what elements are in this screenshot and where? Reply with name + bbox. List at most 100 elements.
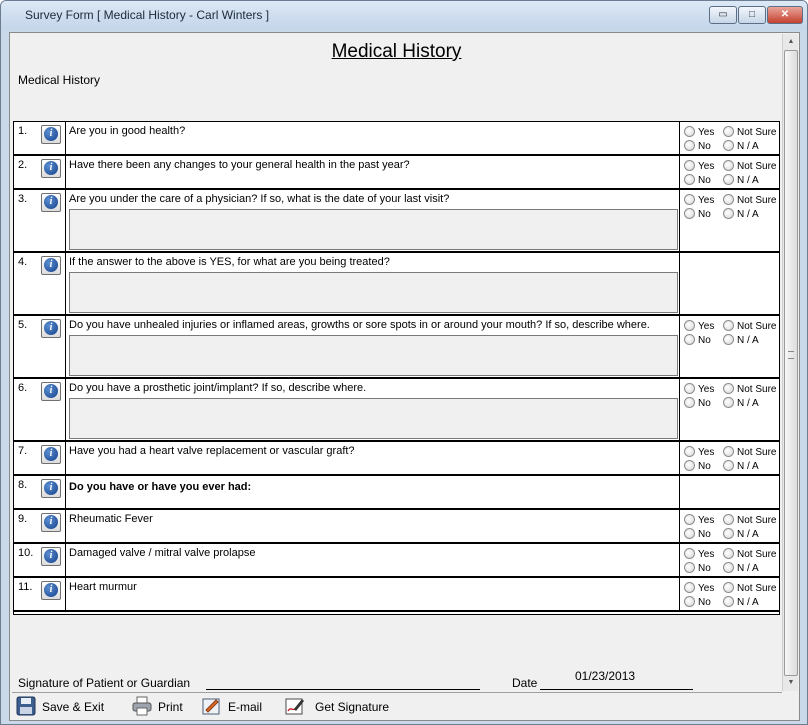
- answer-not-sure-radio[interactable]: Not Sure: [723, 160, 776, 172]
- info-button[interactable]: i: [41, 547, 61, 566]
- answer-yes-radio[interactable]: Yes: [684, 446, 714, 458]
- close-button[interactable]: ✕: [767, 6, 803, 24]
- minimize-button[interactable]: ▭: [709, 6, 737, 24]
- answer-yes-radio[interactable]: Yes: [684, 320, 714, 332]
- info-button[interactable]: i: [41, 125, 61, 144]
- question-number: 5.: [18, 319, 28, 331]
- answer-na-radio[interactable]: N / A: [723, 174, 759, 186]
- question-cell: Have there been any changes to your gene…: [65, 156, 680, 188]
- info-button[interactable]: i: [41, 382, 61, 401]
- info-button[interactable]: i: [41, 445, 61, 464]
- info-icon: i: [44, 481, 58, 495]
- answer-yes-radio[interactable]: Yes: [684, 548, 714, 560]
- window-title: Survey Form [ Medical History - Carl Win…: [25, 8, 270, 22]
- signature-line[interactable]: [206, 689, 480, 690]
- answer-na-radio[interactable]: N / A: [723, 140, 759, 152]
- answer-yes-radio[interactable]: Yes: [684, 514, 714, 526]
- info-button[interactable]: i: [41, 581, 61, 600]
- question-row: 1. i Are you in good health? Yes Not Sur…: [14, 122, 779, 156]
- answer-no-radio[interactable]: No: [684, 140, 711, 152]
- question-text: Have there been any changes to your gene…: [69, 159, 410, 171]
- answer-no-radio[interactable]: No: [684, 596, 711, 608]
- answer-not-sure-radio[interactable]: Not Sure: [723, 446, 776, 458]
- email-button[interactable]: E-mail: [202, 695, 272, 719]
- scroll-grip: [788, 351, 794, 359]
- info-button[interactable]: i: [41, 193, 61, 212]
- info-button[interactable]: i: [41, 513, 61, 532]
- page-title: Medical History: [331, 41, 462, 62]
- answer-no-radio[interactable]: No: [684, 528, 711, 540]
- date-value[interactable]: 01/23/2013: [575, 669, 635, 683]
- question-text: Do you have unhealed injuries or inflame…: [69, 319, 650, 331]
- answer-not-sure-radio[interactable]: Not Sure: [723, 383, 776, 395]
- answer-yes-radio[interactable]: Yes: [684, 194, 714, 206]
- print-button[interactable]: Print: [132, 695, 192, 719]
- question-number: 9.: [18, 513, 28, 525]
- question-number: 1.: [18, 125, 28, 137]
- info-button[interactable]: i: [41, 256, 61, 275]
- question-row: 3. i Are you under the care of a physici…: [14, 190, 779, 253]
- title-bar[interactable]: Survey Form [ Medical History - Carl Win…: [1, 1, 807, 29]
- vertical-scrollbar[interactable]: ▲ ▼: [782, 34, 798, 691]
- question-cell: Have you had a heart valve replacement o…: [65, 442, 680, 474]
- answer-not-sure-radio[interactable]: Not Sure: [723, 126, 776, 138]
- scroll-thumb[interactable]: [784, 50, 798, 676]
- answer-na-radio[interactable]: N / A: [723, 334, 759, 346]
- question-row: 2. i Have there been any changes to your…: [14, 156, 779, 190]
- date-label: Date: [512, 676, 538, 690]
- question-cell: Heart murmur: [65, 578, 680, 610]
- answer-no-radio[interactable]: No: [684, 334, 711, 346]
- get-signature-button[interactable]: Get Signature: [285, 695, 400, 719]
- answer-no-radio[interactable]: No: [684, 174, 711, 186]
- answer-yes-radio[interactable]: Yes: [684, 582, 714, 594]
- answer-not-sure-radio[interactable]: Not Sure: [723, 548, 776, 560]
- answer-no-radio[interactable]: No: [684, 208, 711, 220]
- info-icon: i: [44, 161, 58, 175]
- info-icon: i: [44, 549, 58, 563]
- answer-yes-radio[interactable]: Yes: [684, 160, 714, 172]
- answer-textbox[interactable]: [69, 272, 678, 313]
- question-row: 4. i If the answer to the above is YES, …: [14, 253, 779, 316]
- answer-na-radio[interactable]: N / A: [723, 528, 759, 540]
- info-button[interactable]: i: [41, 319, 61, 338]
- answer-textbox[interactable]: [69, 209, 678, 250]
- answer-na-radio[interactable]: N / A: [723, 460, 759, 472]
- answer-not-sure-radio[interactable]: Not Sure: [723, 514, 776, 526]
- answer-textbox[interactable]: [69, 335, 678, 376]
- form-client-area: Medical History Medical History 1. i Are…: [9, 32, 800, 721]
- answer-no-radio[interactable]: No: [684, 397, 711, 409]
- answer-na-radio[interactable]: N / A: [723, 562, 759, 574]
- answer-not-sure-radio[interactable]: Not Sure: [723, 320, 776, 332]
- info-icon: i: [44, 127, 58, 141]
- info-button[interactable]: i: [41, 479, 61, 498]
- question-text: Rheumatic Fever: [69, 513, 153, 525]
- survey-form-window: Survey Form [ Medical History - Carl Win…: [0, 0, 808, 725]
- answer-no-radio[interactable]: No: [684, 460, 711, 472]
- answer-yes-radio[interactable]: Yes: [684, 126, 714, 138]
- answer-na-radio[interactable]: N / A: [723, 596, 759, 608]
- answer-not-sure-radio[interactable]: Not Sure: [723, 582, 776, 594]
- answer-yes-radio[interactable]: Yes: [684, 383, 714, 395]
- question-row: 6. i Do you have a prosthetic joint/impl…: [14, 379, 779, 442]
- question-cell: Are you in good health?: [65, 122, 680, 154]
- answer-no-radio[interactable]: No: [684, 562, 711, 574]
- answer-textbox[interactable]: [69, 398, 678, 439]
- question-cell: Rheumatic Fever: [65, 510, 680, 542]
- answer-na-radio[interactable]: N / A: [723, 208, 759, 220]
- save-exit-button[interactable]: Save & Exit: [16, 695, 116, 719]
- info-button[interactable]: i: [41, 159, 61, 178]
- question-number: 4.: [18, 256, 28, 268]
- info-icon: i: [44, 384, 58, 398]
- date-line: [540, 689, 693, 690]
- question-number: 6.: [18, 382, 28, 394]
- email-edit-icon: [202, 698, 220, 715]
- scroll-up-arrow[interactable]: ▲: [783, 34, 799, 50]
- form-scroll-area: Medical History Medical History 1. i Are…: [12, 35, 781, 691]
- maximize-button[interactable]: □: [738, 6, 766, 24]
- question-table: 1. i Are you in good health? Yes Not Sur…: [13, 121, 780, 615]
- scroll-down-arrow[interactable]: ▼: [783, 675, 799, 691]
- question-row: 5. i Do you have unhealed injuries or in…: [14, 316, 779, 379]
- answer-not-sure-radio[interactable]: Not Sure: [723, 194, 776, 206]
- question-row: 8. i Do you have or have you ever had:: [14, 476, 779, 510]
- answer-na-radio[interactable]: N / A: [723, 397, 759, 409]
